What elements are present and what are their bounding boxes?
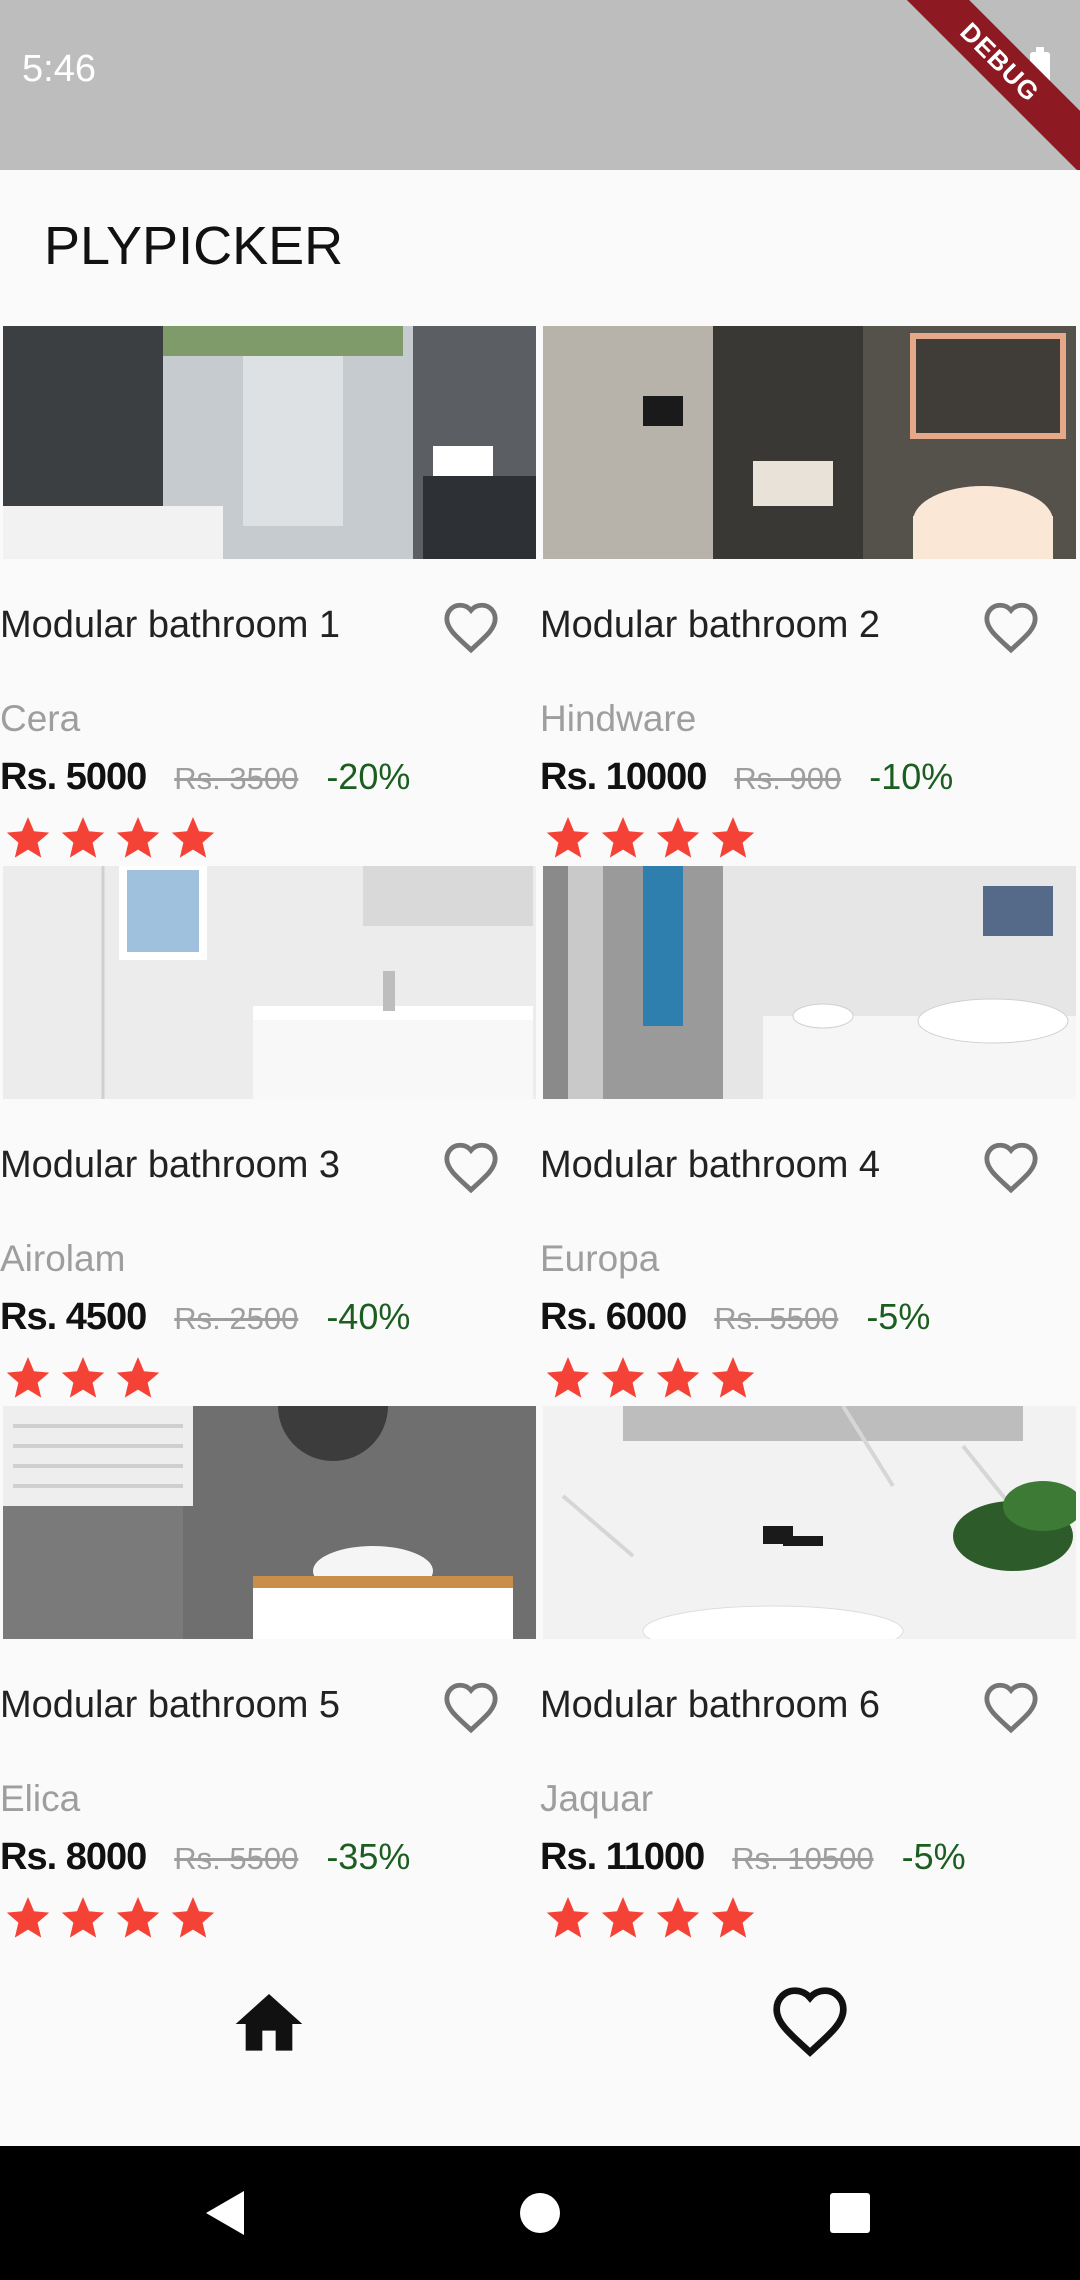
rating-stars (544, 1894, 764, 1942)
star-icon (171, 817, 215, 858)
product-brand: Europa (540, 1238, 660, 1279)
rating-stars (544, 814, 764, 862)
price-row: Rs. 4500 Rs. 2500 -40% (0, 1296, 410, 1342)
product-discount: -35% (326, 1836, 411, 1877)
star-icon (711, 817, 755, 858)
star-icon (61, 1357, 105, 1398)
product-discount: -20% (326, 756, 411, 797)
product-old-price: Rs. 3500 (174, 761, 299, 796)
battery-icon (1030, 47, 1050, 86)
product-card[interactable]: Modular bathroom 6 Jaquar Rs. 11000 Rs. … (540, 1406, 1080, 1946)
product-old-price: Rs. 5500 (714, 1301, 839, 1336)
product-price: Rs. 11000 (540, 1836, 705, 1878)
rating-stars (4, 814, 224, 862)
product-brand: Hindware (540, 698, 697, 739)
product-discount: -5% (866, 1296, 931, 1337)
star-icon (116, 1897, 160, 1938)
product-old-price: Rs. 2500 (174, 1301, 299, 1336)
heart-outline-icon[interactable] (982, 1140, 1040, 1194)
product-price: Rs. 5000 (0, 756, 147, 798)
heart-outline-icon[interactable] (982, 1680, 1040, 1734)
rating-stars (4, 1354, 169, 1402)
bathroom-grey-tiles-image[interactable] (3, 1406, 536, 1639)
star-icon (6, 1357, 50, 1398)
system-navigation-bar (0, 2146, 1080, 2280)
product-brand: Jaquar (540, 1778, 654, 1819)
product-card[interactable]: Modular bathroom 3 Airolam Rs. 4500 Rs. … (0, 866, 540, 1406)
bathroom-dark-tiles-image[interactable] (3, 326, 536, 559)
star-icon (61, 1897, 105, 1938)
star-icon (546, 1357, 590, 1398)
star-icon (601, 1897, 645, 1938)
star-icon (601, 817, 645, 858)
product-old-price: Rs. 5500 (174, 1841, 299, 1876)
status-time: 5:46 (22, 48, 96, 90)
star-icon (601, 1357, 645, 1398)
bathroom-white-tiles-image[interactable] (3, 866, 536, 1099)
product-brand: Elica (0, 1778, 81, 1819)
star-icon (116, 817, 160, 858)
product-price: Rs. 4500 (0, 1296, 147, 1338)
heart-outline-icon[interactable] (442, 600, 500, 654)
star-icon (546, 817, 590, 858)
product-title[interactable]: Modular bathroom 1 (0, 604, 340, 647)
product-card[interactable]: Modular bathroom 2 Hindware Rs. 10000 Rs… (540, 326, 1080, 866)
star-icon (116, 1357, 160, 1398)
back-triangle-icon[interactable] (186, 2146, 266, 2280)
star-icon (6, 1897, 50, 1938)
product-card[interactable]: Modular bathroom 4 Europa Rs. 6000 Rs. 5… (540, 866, 1080, 1406)
star-icon (61, 817, 105, 858)
price-row: Rs. 8000 Rs. 5500 -35% (0, 1836, 410, 1882)
product-brand: Cera (0, 698, 81, 739)
product-title[interactable]: Modular bathroom 5 (0, 1684, 340, 1727)
product-old-price: Rs. 900 (734, 761, 842, 796)
price-row: Rs. 6000 Rs. 5500 -5% (540, 1296, 930, 1342)
star-icon (171, 1897, 215, 1938)
price-row: Rs. 11000 Rs. 10500 -5% (540, 1836, 966, 1882)
bathroom-dark-stone-image[interactable] (543, 326, 1076, 559)
product-card[interactable]: Modular bathroom 1 Cera Rs. 5000 Rs. 350… (0, 326, 540, 866)
product-price: Rs. 10000 (540, 756, 707, 798)
heart-outline-icon[interactable] (770, 1984, 850, 2064)
app-bar: PLYPICKER (0, 170, 1080, 325)
rating-stars (544, 1354, 764, 1402)
product-price: Rs. 8000 (0, 1836, 147, 1878)
star-icon (656, 1357, 700, 1398)
heart-outline-icon[interactable] (982, 600, 1040, 654)
price-row: Rs. 10000 Rs. 900 -10% (540, 756, 953, 802)
product-discount: -5% (901, 1836, 966, 1877)
product-brand: Airolam (0, 1238, 126, 1279)
home-icon[interactable] (229, 1984, 309, 2064)
star-icon (546, 1897, 590, 1938)
status-bar: 5:46 (0, 0, 1080, 170)
bathroom-double-sink-image[interactable] (543, 866, 1076, 1099)
bathroom-marble-image[interactable] (543, 1406, 1076, 1639)
star-icon (711, 1357, 755, 1398)
star-icon (711, 1897, 755, 1938)
product-discount: -10% (869, 756, 954, 797)
star-icon (656, 1897, 700, 1938)
price-row: Rs. 5000 Rs. 3500 -20% (0, 756, 410, 802)
rating-stars (4, 1894, 224, 1942)
product-old-price: Rs. 10500 (732, 1841, 874, 1876)
home-circle-icon[interactable] (500, 2146, 580, 2280)
product-title[interactable]: Modular bathroom 3 (0, 1144, 340, 1187)
star-icon (6, 817, 50, 858)
product-title[interactable]: Modular bathroom 6 (540, 1684, 880, 1727)
heart-outline-icon[interactable] (442, 1680, 500, 1734)
app-title: PLYPICKER (44, 216, 344, 276)
recents-square-icon[interactable] (810, 2146, 890, 2280)
product-price: Rs. 6000 (540, 1296, 687, 1338)
heart-outline-icon[interactable] (442, 1140, 500, 1194)
star-icon (656, 817, 700, 858)
product-card[interactable]: Modular bathroom 5 Elica Rs. 8000 Rs. 55… (0, 1406, 540, 1946)
product-title[interactable]: Modular bathroom 4 (540, 1144, 880, 1187)
product-title[interactable]: Modular bathroom 2 (540, 604, 880, 647)
product-discount: -40% (326, 1296, 411, 1337)
bottom-navigation (0, 1944, 1080, 2146)
